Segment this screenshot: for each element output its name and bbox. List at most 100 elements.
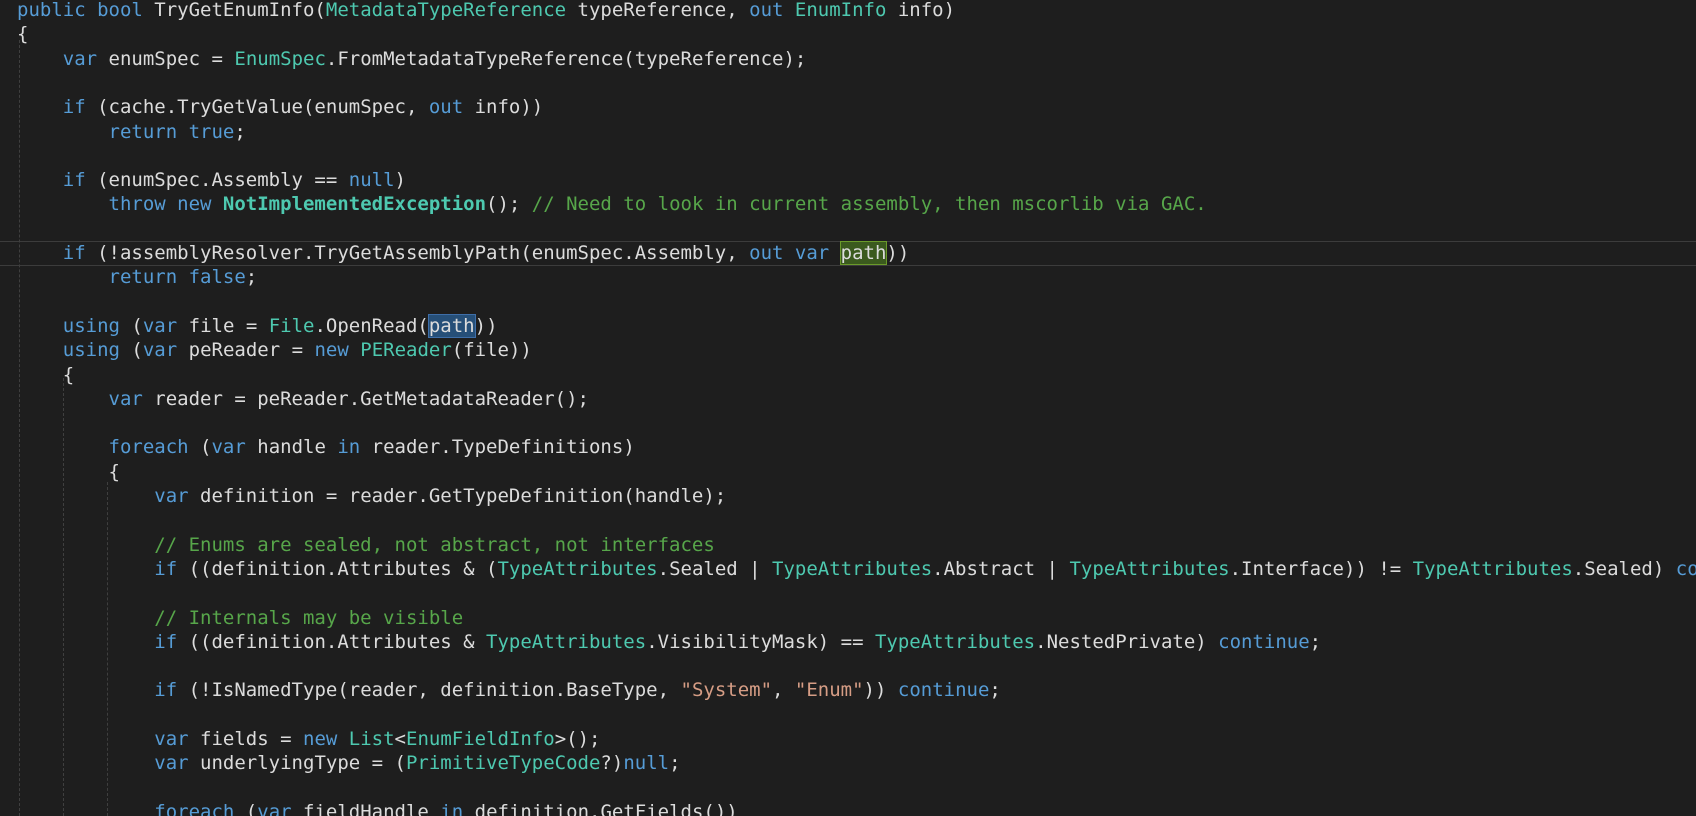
code-line[interactable]: { [0,363,1696,387]
code-line[interactable] [0,217,1696,241]
code-line[interactable] [0,654,1696,678]
code-line[interactable] [0,144,1696,168]
keyword-token: null [348,169,395,192]
code-text: (file)) [451,339,532,362]
keyword-token: public bool [17,0,143,21]
code-line[interactable]: using (var peReader = new PEReader(file)… [0,338,1696,362]
code-text: (!assemblyResolver.TryGetAssemblyPath(en… [85,242,750,264]
code-line[interactable]: var reader = peReader.GetMetadataReader(… [0,387,1696,411]
code-line[interactable] [0,581,1696,605]
code-text: ( [119,314,143,337]
keyword-token: new [303,728,338,750]
code-line-content: var underlyingType = (PrimitiveTypeCode?… [17,751,681,775]
code-line[interactable] [0,290,1696,314]
code-line-content: { [17,22,28,46]
code-text: ((definition.Attributes & ( [177,557,498,580]
code-text: ) [394,169,406,192]
code-text: ((definition.Attributes & [177,630,487,653]
code-line[interactable]: var underlyingType = (PrimitiveTypeCode?… [0,751,1696,775]
code-line[interactable] [0,411,1696,435]
code-line[interactable] [0,508,1696,532]
keyword-token: return true [108,120,235,143]
code-line[interactable]: return false; [0,265,1696,289]
code-text: peReader = [177,339,315,362]
code-line[interactable]: public bool TryGetEnumInfo(MetadataTypeR… [0,0,1696,22]
code-text: .NestedPrivate) [1035,630,1219,653]
code-text: ; [245,266,258,289]
code-line[interactable]: if ((definition.Attributes & TypeAttribu… [0,630,1696,654]
code-line[interactable]: { [0,460,1696,484]
code-line-content: // Enums are sealed, not abstract, not i… [17,533,715,557]
type-token: TypeAttributes [772,557,933,580]
code-editor[interactable]: public bool TryGetEnumInfo(MetadataTypeR… [0,0,1696,816]
code-text: , [772,679,795,702]
code-line-content: if (!assemblyResolver.TryGetAssemblyPath… [17,241,909,265]
code-text: typeReference, [566,0,750,21]
code-line[interactable]: if (cache.TryGetValue(enumSpec, out info… [0,95,1696,119]
type-token: TypeAttributes [874,630,1036,653]
code-text: .VisibilityMask) == [646,630,875,653]
code-text: ; [669,752,681,775]
code-line[interactable]: var definition = reader.GetTypeDefinitio… [0,484,1696,508]
code-line-content: if (enumSpec.Assembly == null) [17,168,406,192]
code-text: .Abstract | [932,557,1070,580]
code-text: definition.GetFields()) [463,800,738,816]
keyword-token: var [62,47,98,70]
code-line[interactable]: // Enums are sealed, not abstract, not i… [0,533,1696,557]
code-text: .OpenRead( [314,314,429,337]
exception-type-token: NotImplementedException [222,193,487,216]
code-line[interactable]: var enumSpec = EnumSpec.FromMetadataType… [0,47,1696,71]
keyword-token: out var [749,242,830,264]
keyword-token: out [749,0,784,21]
string-literal-token: "Enum" [794,679,864,702]
keyword-token: foreach [108,436,189,459]
code-line[interactable] [0,776,1696,800]
keyword-token: var [211,436,246,459]
code-line[interactable]: // Internals may be visible [0,606,1696,630]
code-text: fields = [188,728,303,750]
code-line[interactable]: return true; [0,120,1696,144]
code-line[interactable]: foreach (var handle in reader.TypeDefini… [0,435,1696,459]
type-token: EnumSpec [234,47,326,70]
code-line-content: if ((definition.Attributes & (TypeAttrib… [17,557,1696,581]
code-line[interactable]: if (!assemblyResolver.TryGetAssemblyPath… [0,241,1696,265]
keyword-token: var [108,387,143,410]
code-line-content: using (var peReader = new PEReader(file)… [17,338,532,362]
highlighted-reference: path [427,313,476,338]
code-line[interactable]: using (var file = File.OpenRead(path)) [0,313,1696,338]
string-literal-token: "System" [680,679,773,702]
code-line[interactable]: var fields = new List<EnumFieldInfo>(); [0,727,1696,751]
type-token: TypeAttributes [1412,557,1573,580]
code-line[interactable] [0,71,1696,95]
keyword-token: throw new [108,193,212,216]
code-line[interactable] [0,703,1696,727]
type-token: List [348,728,395,750]
code-line-content: return true; [17,120,246,144]
code-line[interactable]: { [0,22,1696,46]
type-token: PEReader [360,339,452,362]
code-text: ( [234,800,258,816]
code-line[interactable]: foreach (var fieldHandle in definition.G… [0,800,1696,816]
code-line-content: var enumSpec = EnumSpec.FromMetadataType… [17,47,807,71]
code-line[interactable]: if (enumSpec.Assembly == null) [0,168,1696,192]
code-text: .Interface)) != [1229,557,1413,580]
code-line[interactable]: if ((definition.Attributes & (TypeAttrib… [0,557,1696,581]
highlighted-definition: path [839,241,888,265]
code-line-content: return false; [17,265,258,289]
code-line[interactable]: throw new NotImplementedException(); // … [0,192,1696,216]
code-line[interactable]: if (!IsNamedType(reader, definition.Base… [0,678,1696,702]
code-text: definition = reader.GetTypeDefinition(ha… [188,485,727,507]
code-text: { [17,23,29,46]
